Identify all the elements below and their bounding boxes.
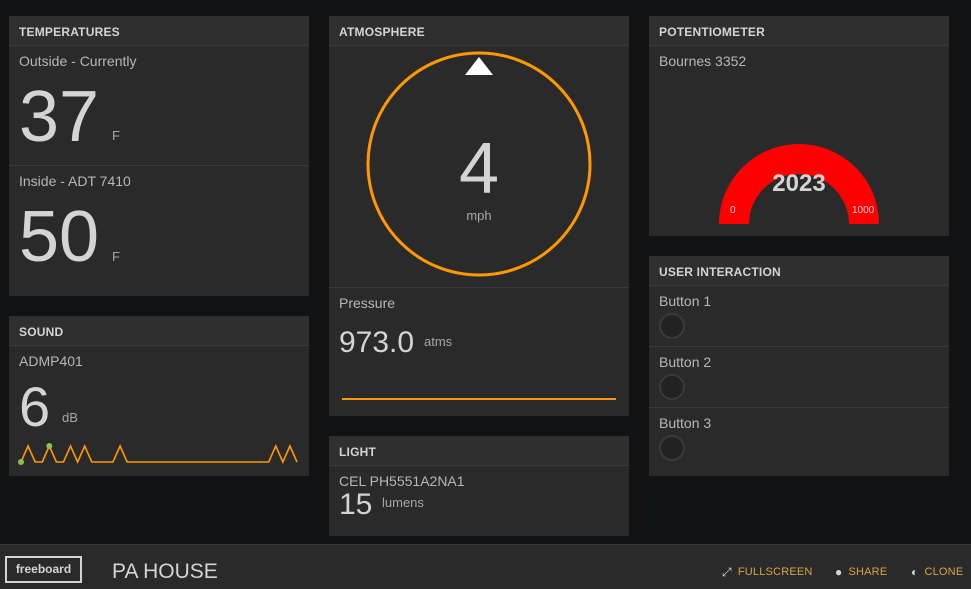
fullscreen-label: FULLSCREEN bbox=[737, 566, 813, 578]
fullscreen-icon: ⤢ bbox=[722, 565, 732, 579]
inside-temp-units: F bbox=[112, 249, 120, 264]
widget-inside-temp: Inside - ADT 7410 50 F bbox=[9, 165, 309, 296]
pane-header-potentiometer: POTENTIOMETER bbox=[649, 16, 949, 45]
pane-temperatures: TEMPERATURES Outside - Currently 37 F In… bbox=[9, 16, 309, 296]
board-title[interactable]: PA HOUSE bbox=[112, 560, 218, 584]
sound-value: 6 bbox=[19, 375, 51, 438]
pressure-units: atms bbox=[424, 334, 453, 349]
widget-title: Pressure bbox=[339, 295, 396, 311]
widget-title: Button 2 bbox=[659, 354, 712, 370]
widget-wind: 4 mph bbox=[329, 45, 629, 287]
button-3-indicator[interactable] bbox=[659, 435, 685, 461]
pane-header-temperatures: TEMPERATURES bbox=[9, 16, 309, 45]
widget-title: Button 1 bbox=[659, 293, 712, 309]
pane-light: LIGHT CEL PH5551A2NA1 15 lumens bbox=[329, 436, 629, 536]
pane-user-interaction: USER INTERACTION Button 1 Button 2 Butto… bbox=[649, 256, 949, 476]
gauge-max-label: 1000 bbox=[852, 205, 875, 216]
wind-direction-arrow-icon bbox=[465, 57, 493, 75]
wind-speed-value: 4 bbox=[458, 129, 500, 209]
widget-sound: ADMP401 6 dB bbox=[9, 345, 309, 476]
gauge-min-label: 0 bbox=[730, 205, 736, 216]
sound-units: dB bbox=[62, 410, 78, 425]
gauge-value: 2023 bbox=[772, 170, 826, 197]
inside-temp-value: 50 bbox=[19, 197, 100, 277]
widget-button-1: Button 1 bbox=[649, 285, 949, 346]
pressure-value: 973.0 bbox=[339, 326, 415, 359]
button-1-indicator[interactable] bbox=[659, 313, 685, 339]
pane-atmosphere: ATMOSPHERE 4 mph Pressure 973.0 atms bbox=[329, 16, 629, 416]
pane-header-light: LIGHT bbox=[329, 436, 629, 465]
clone-link[interactable]: ◐ CLONE bbox=[911, 565, 963, 579]
widget-title: Inside - ADT 7410 bbox=[19, 173, 131, 189]
pane-header-sound: SOUND bbox=[9, 316, 309, 345]
user-icon: ● bbox=[835, 565, 843, 579]
light-units: lumens bbox=[382, 495, 424, 510]
potentiometer-gauge bbox=[719, 144, 879, 224]
light-value: 15 bbox=[339, 488, 373, 521]
sound-sparkline bbox=[18, 443, 298, 465]
pane-header-atmosphere: ATMOSPHERE bbox=[329, 16, 629, 45]
widget-title: Button 3 bbox=[659, 415, 712, 431]
widget-title: Outside - Currently bbox=[19, 53, 137, 69]
widget-title: ADMP401 bbox=[19, 353, 83, 369]
outside-temp-value: 37 bbox=[19, 77, 100, 157]
pane-potentiometer: POTENTIOMETER Bournes 3352 2023 0 1000 bbox=[649, 16, 949, 236]
freeboard-logo[interactable]: freeboard bbox=[5, 556, 82, 583]
widget-title: CEL PH5551A2NA1 bbox=[339, 473, 465, 489]
pane-header-user-interaction: USER INTERACTION bbox=[649, 256, 949, 285]
clone-label: CLONE bbox=[924, 566, 964, 578]
share-label: SHARE bbox=[848, 566, 888, 578]
share-link[interactable]: ● SHARE bbox=[835, 565, 887, 579]
pane-sound: SOUND ADMP401 6 dB bbox=[9, 316, 309, 476]
wind-speed-units: mph bbox=[466, 208, 492, 223]
contrast-icon: ◐ bbox=[911, 565, 919, 579]
widget-pressure: Pressure 973.0 atms bbox=[329, 287, 629, 416]
fullscreen-link[interactable]: ⤢ FULLSCREEN bbox=[722, 565, 813, 580]
pressure-sparkline bbox=[342, 398, 616, 400]
widget-light: CEL PH5551A2NA1 15 lumens bbox=[329, 465, 629, 536]
footer-bar: freeboard PA HOUSE ⤢ FULLSCREEN ● SHARE ◐ C… bbox=[0, 544, 971, 589]
outside-temp-units: F bbox=[112, 128, 120, 143]
widget-button-3: Button 3 bbox=[649, 407, 949, 468]
widget-potentiometer: Bournes 3352 2023 0 1000 bbox=[649, 45, 949, 236]
widget-button-2: Button 2 bbox=[649, 346, 949, 407]
button-2-indicator[interactable] bbox=[659, 374, 685, 400]
widget-outside-temp: Outside - Currently 37 F bbox=[9, 45, 309, 165]
